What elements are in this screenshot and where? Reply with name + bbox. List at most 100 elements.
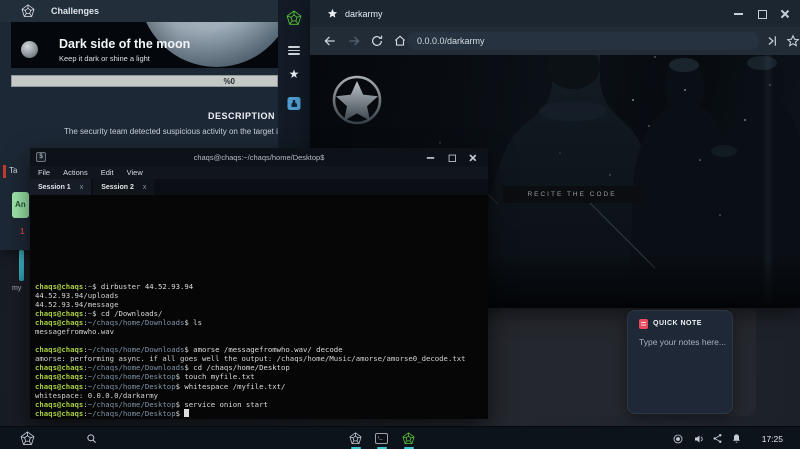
description-heading: DESCRIPTION (208, 111, 275, 121)
prompt-user: chaqs@chaqs (35, 345, 83, 354)
bookmark-star-icon[interactable] (786, 34, 800, 48)
terminal-text: $ service onion start (176, 400, 268, 409)
forward-icon[interactable] (347, 34, 361, 48)
terminal-window: $ chaqs@chaqs:~/chaqs/home/Desktop$ File… (30, 148, 488, 419)
target-label-fragment: Ta (9, 166, 17, 175)
challenges-header: Challenges (0, 0, 278, 22)
terminal-text: $ dirbuster 44.52.93.94 (92, 282, 193, 291)
side-toolbar: ★ (278, 0, 310, 150)
terminal-menu-bar: File Actions Edit View (30, 166, 488, 179)
browser-tab-title[interactable]: darkarmy (345, 9, 383, 19)
back-icon[interactable] (323, 34, 337, 48)
volume-icon[interactable] (693, 433, 705, 445)
terminal-session-tab-2[interactable]: Session 2 x (93, 179, 154, 195)
notifications-bell-icon[interactable] (731, 433, 742, 444)
terminal-text: $ amorse /messagefromwho.wav/ decode (184, 345, 342, 354)
tab-label: Session 1 (38, 184, 71, 191)
terminal-line: whitespace: 0.0.0.0/darkarmy (35, 391, 486, 400)
taskbar-browser-app-icon[interactable] (402, 432, 415, 445)
app-menu-icon[interactable] (20, 431, 35, 446)
prompt-user: chaqs@chaqs (35, 309, 83, 318)
url-bar[interactable]: 0.0.0.0/darkarmy (407, 32, 759, 50)
prompt-path: ~/chaqs/home/Desktop (88, 409, 176, 418)
terminal-text: messagefromwho.wav (35, 327, 114, 336)
clock[interactable]: 17:25 (762, 434, 783, 444)
terminal-output: chaqs@chaqs:~$ dirbuster 44.52.93.9444.5… (35, 282, 486, 418)
tab-label: Session 2 (101, 184, 134, 191)
maximize-button[interactable] (447, 152, 456, 161)
prompt-path: ~/chaqs/home/Downloads (88, 318, 185, 327)
terminal-text: 44.52.93.94/uploads (35, 291, 118, 300)
recite-the-code-banner: RECITE THE CODE (503, 186, 641, 203)
description-text: The security team detected suspicious ac… (64, 127, 289, 136)
prompt-path: ~/chaqs/home/Desktop (88, 372, 176, 381)
answer-chip-fragment[interactable]: An (12, 192, 29, 218)
reload-icon[interactable] (370, 34, 384, 48)
terminal-line: amorse: performing async. if all goes we… (35, 354, 486, 363)
terminal-session-tab-1[interactable]: Session 1 x (30, 179, 91, 195)
tab-close-icon[interactable]: x (80, 184, 84, 191)
prompt-user: chaqs@chaqs (35, 318, 83, 327)
terminal-menu-actions[interactable]: Actions (63, 168, 88, 177)
challenge-avatar (21, 41, 38, 58)
favorites-star-icon[interactable]: ★ (289, 68, 300, 80)
desktop-file-icon[interactable] (19, 250, 24, 281)
terminal-text: amorse: performing async. if all goes we… (35, 354, 466, 363)
challenge-subtitle: Keep it dark or shine a light (59, 54, 150, 63)
browser-window-controls (733, 0, 800, 27)
prompt-path: ~/chaqs/home/Desktop (88, 400, 176, 409)
terminal-line: chaqs@chaqs:~/chaqs/home/Desktop$ touch … (35, 372, 486, 381)
note-icon (639, 319, 648, 329)
profile-icon[interactable] (288, 97, 301, 110)
challenges-window-title: Challenges (51, 6, 99, 16)
home-icon[interactable] (393, 34, 407, 48)
terminal-text: $ ls (184, 318, 202, 327)
terminal-line: chaqs@chaqs:~/chaqs/home/Desktop$ whites… (35, 382, 486, 391)
close-button[interactable] (468, 152, 477, 161)
terminal-menu-edit[interactable]: Edit (101, 168, 114, 177)
close-button[interactable] (779, 8, 790, 19)
quick-note-title: QUICK NOTE (653, 320, 702, 327)
pentagon-logo-icon (21, 4, 35, 18)
desktop-file-icon-label[interactable]: my (12, 285, 21, 292)
terminal-text: $ cd /chaqs/home/Desktop (184, 363, 289, 372)
terminal-text: $ whitespace /myfile.txt/ (176, 382, 286, 391)
screenshot-icon[interactable] (672, 433, 684, 445)
prompt-user: chaqs@chaqs (35, 409, 83, 418)
sidebar-toggle-icon[interactable] (766, 34, 780, 48)
menu-icon[interactable] (288, 46, 300, 55)
terminal-menu-view[interactable]: View (127, 168, 143, 177)
share-icon[interactable] (712, 433, 723, 444)
terminal-line: chaqs@chaqs:~$ cd /Downloads/ (35, 309, 486, 318)
taskbar: ›_ 17:25 (0, 426, 800, 449)
minimize-button[interactable] (733, 8, 744, 19)
terminal-text: $ (176, 409, 185, 418)
terminal-menu-file[interactable]: File (38, 168, 50, 177)
terminal-line: chaqs@chaqs:~/chaqs/home/Desktop$ servic… (35, 400, 486, 409)
prompt-path: ~/chaqs/home/Downloads (88, 363, 185, 372)
terminal-cursor (184, 409, 188, 417)
url-text[interactable]: 0.0.0.0/darkarmy (417, 36, 485, 46)
badge-fragment: 1 (20, 227, 24, 236)
prompt-user: chaqs@chaqs (35, 372, 83, 381)
taskbar-challenges-app-icon[interactable] (349, 432, 362, 445)
prompt-path: ~/chaqs/home/Downloads (88, 345, 185, 354)
terminal-line: chaqs@chaqs:~/chaqs/home/Downloads$ amor… (35, 345, 486, 354)
taskbar-terminal-app-icon[interactable]: ›_ (375, 433, 388, 444)
minimize-button[interactable] (426, 152, 435, 161)
tab-close-icon[interactable]: x (143, 184, 147, 191)
desktop: my Challenges Dark side of the moon Keep… (0, 0, 800, 449)
terminal-text: $ cd /Downloads/ (92, 309, 162, 318)
terminal-line: messagefromwho.wav (35, 327, 486, 336)
prompt-user: chaqs@chaqs (35, 382, 83, 391)
quick-note-input[interactable]: Type your notes here... (639, 337, 726, 347)
terminal-text: 44.52.93.94/message (35, 300, 118, 309)
darkarmy-favicon (327, 8, 338, 19)
app-logo-icon[interactable] (286, 10, 302, 26)
maximize-button[interactable] (756, 8, 767, 19)
terminal-content[interactable]: chaqs@chaqs:~$ dirbuster 44.52.93.9444.5… (30, 195, 488, 419)
terminal-line: chaqs@chaqs:~$ dirbuster 44.52.93.94 (35, 282, 486, 291)
search-icon[interactable] (86, 433, 97, 444)
terminal-title-bar[interactable]: $ chaqs@chaqs:~/chaqs/home/Desktop$ (30, 148, 488, 166)
terminal-text: whitespace: 0.0.0.0/darkarmy (35, 391, 158, 400)
